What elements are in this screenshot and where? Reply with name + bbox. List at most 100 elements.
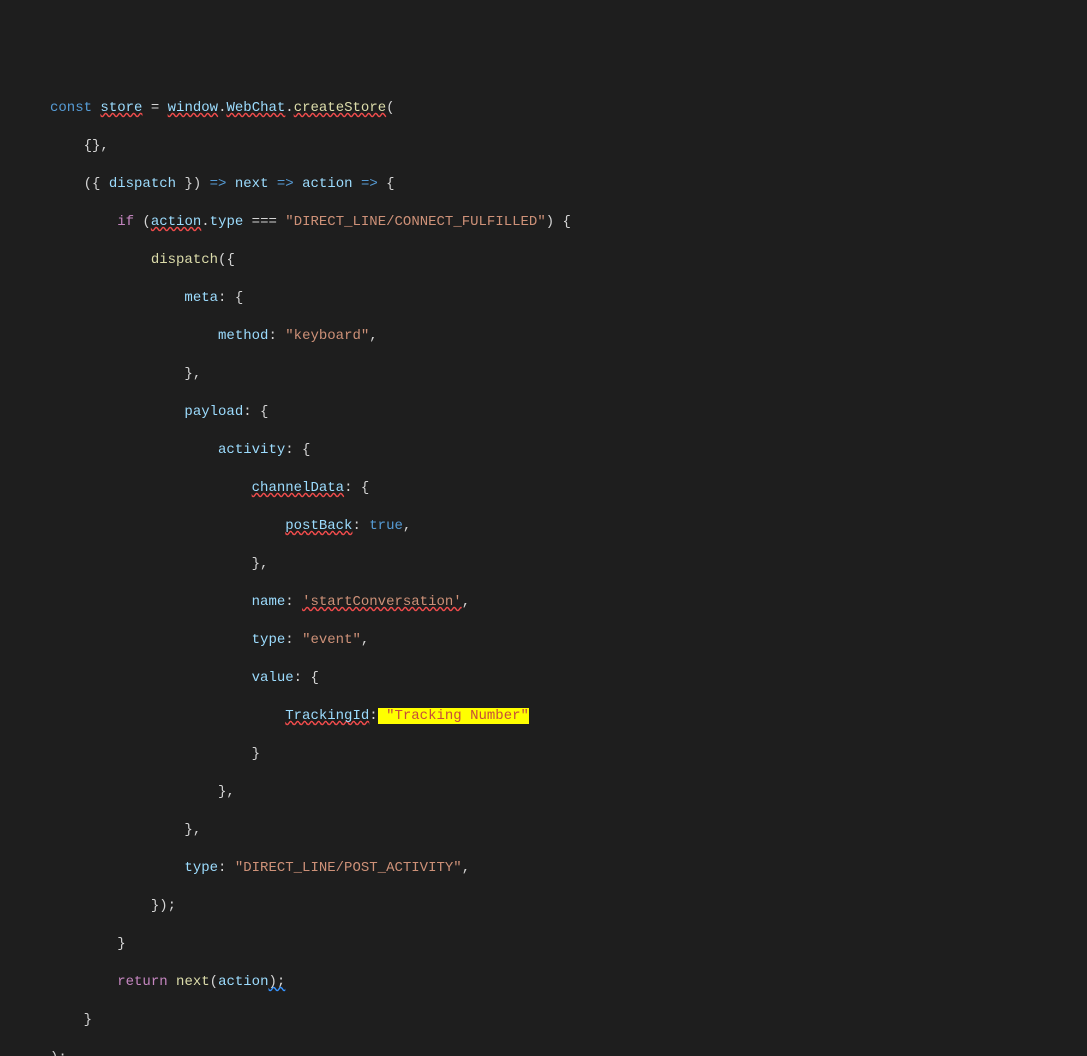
code-line: dispatch({ (0, 251, 1087, 270)
key: payload (184, 404, 243, 420)
punct: : (285, 632, 302, 648)
punct: = (142, 100, 167, 116)
code-line: value: { (0, 669, 1087, 688)
arrow: => (210, 176, 227, 192)
object: action (151, 214, 201, 230)
param: next (235, 176, 269, 192)
paren: ( (386, 100, 394, 116)
string: "event" (302, 632, 361, 648)
code-line: TrackingId: "Tracking Number" (0, 707, 1087, 726)
function-call: next (176, 974, 210, 990)
function: createStore (294, 100, 386, 116)
punct: : { (285, 442, 310, 458)
paren: ); (50, 1050, 67, 1056)
code-line: type: "DIRECT_LINE/POST_ACTIVITY", (0, 859, 1087, 878)
brace: }); (151, 898, 176, 914)
key: channelData (252, 480, 344, 496)
object: window (168, 100, 218, 116)
brace: }, (252, 556, 269, 572)
code-line: return next(action); (0, 973, 1087, 992)
comma: , (462, 594, 470, 610)
punct: : (352, 518, 369, 534)
punct: : { (294, 670, 319, 686)
string: 'startConversation' (302, 594, 462, 610)
param: dispatch (109, 176, 176, 192)
comma: , (462, 860, 470, 876)
keyword: if (117, 214, 134, 230)
brace: }, (218, 784, 235, 800)
key: method (218, 328, 268, 344)
arrow: => (277, 176, 294, 192)
code-line: ({ dispatch }) => next => action => { (0, 175, 1087, 194)
key: value (252, 670, 294, 686)
code-line: type: "event", (0, 631, 1087, 650)
punct: }) (176, 176, 210, 192)
property: type (210, 214, 244, 230)
space (268, 176, 276, 192)
code-line: {}, (0, 137, 1087, 156)
code-line: const store = window.WebChat.createStore… (0, 99, 1087, 118)
punct: : { (218, 290, 243, 306)
key: type (252, 632, 286, 648)
brace: }, (184, 366, 201, 382)
code-line: }, (0, 821, 1087, 840)
highlighted-text: "Tracking Number" (378, 708, 529, 724)
punct: : { (243, 404, 268, 420)
property: WebChat (226, 100, 285, 116)
string: "DIRECT_LINE/CONNECT_FULFILLED" (285, 214, 545, 230)
variable: store (100, 100, 142, 116)
keyword: return (117, 974, 167, 990)
punct: : (369, 708, 377, 724)
brace: } (84, 1012, 92, 1028)
code-line: }, (0, 365, 1087, 384)
punct: ( (134, 214, 151, 230)
code-line: } (0, 745, 1087, 764)
brace: }, (184, 822, 201, 838)
code-line: method: "keyboard", (0, 327, 1087, 346)
punct: ) { (546, 214, 571, 230)
punct: : { (344, 480, 369, 496)
code-editor[interactable]: const store = window.WebChat.createStore… (0, 80, 1087, 1056)
brace: } (252, 746, 260, 762)
code-line: ); (0, 1049, 1087, 1056)
key: name (252, 594, 286, 610)
comma: , (369, 328, 377, 344)
space (168, 974, 176, 990)
variable: action (218, 974, 268, 990)
dot: . (201, 214, 209, 230)
param: action (302, 176, 352, 192)
comma: , (361, 632, 369, 648)
keyword: const (50, 100, 92, 116)
punct: : (218, 860, 235, 876)
brace: { (378, 176, 395, 192)
code-line: payload: { (0, 403, 1087, 422)
punct: : (285, 594, 302, 610)
code-line: if (action.type === "DIRECT_LINE/CONNECT… (0, 213, 1087, 232)
code-line: postBack: true, (0, 517, 1087, 536)
string: "Tracking Number" (378, 708, 529, 724)
paren: ( (210, 974, 218, 990)
code-line: channelData: { (0, 479, 1087, 498)
code-line: } (0, 935, 1087, 954)
punct: ({ (84, 176, 109, 192)
string: "keyboard" (285, 328, 369, 344)
comma: , (403, 518, 411, 534)
key: postBack (285, 518, 352, 534)
code-line: }); (0, 897, 1087, 916)
code-line: }, (0, 555, 1087, 574)
key: TrackingId (285, 708, 369, 724)
operator: === (243, 214, 285, 230)
punct: : (268, 328, 285, 344)
space (226, 176, 234, 192)
code-line: }, (0, 783, 1087, 802)
code-line: name: 'startConversation', (0, 593, 1087, 612)
brace: } (117, 936, 125, 952)
punct: ); (268, 974, 285, 990)
braces: {}, (84, 138, 109, 154)
dot: . (285, 100, 293, 116)
boolean: true (369, 518, 403, 534)
space (353, 176, 361, 192)
code-line: activity: { (0, 441, 1087, 460)
string: "DIRECT_LINE/POST_ACTIVITY" (235, 860, 462, 876)
key: meta (184, 290, 218, 306)
